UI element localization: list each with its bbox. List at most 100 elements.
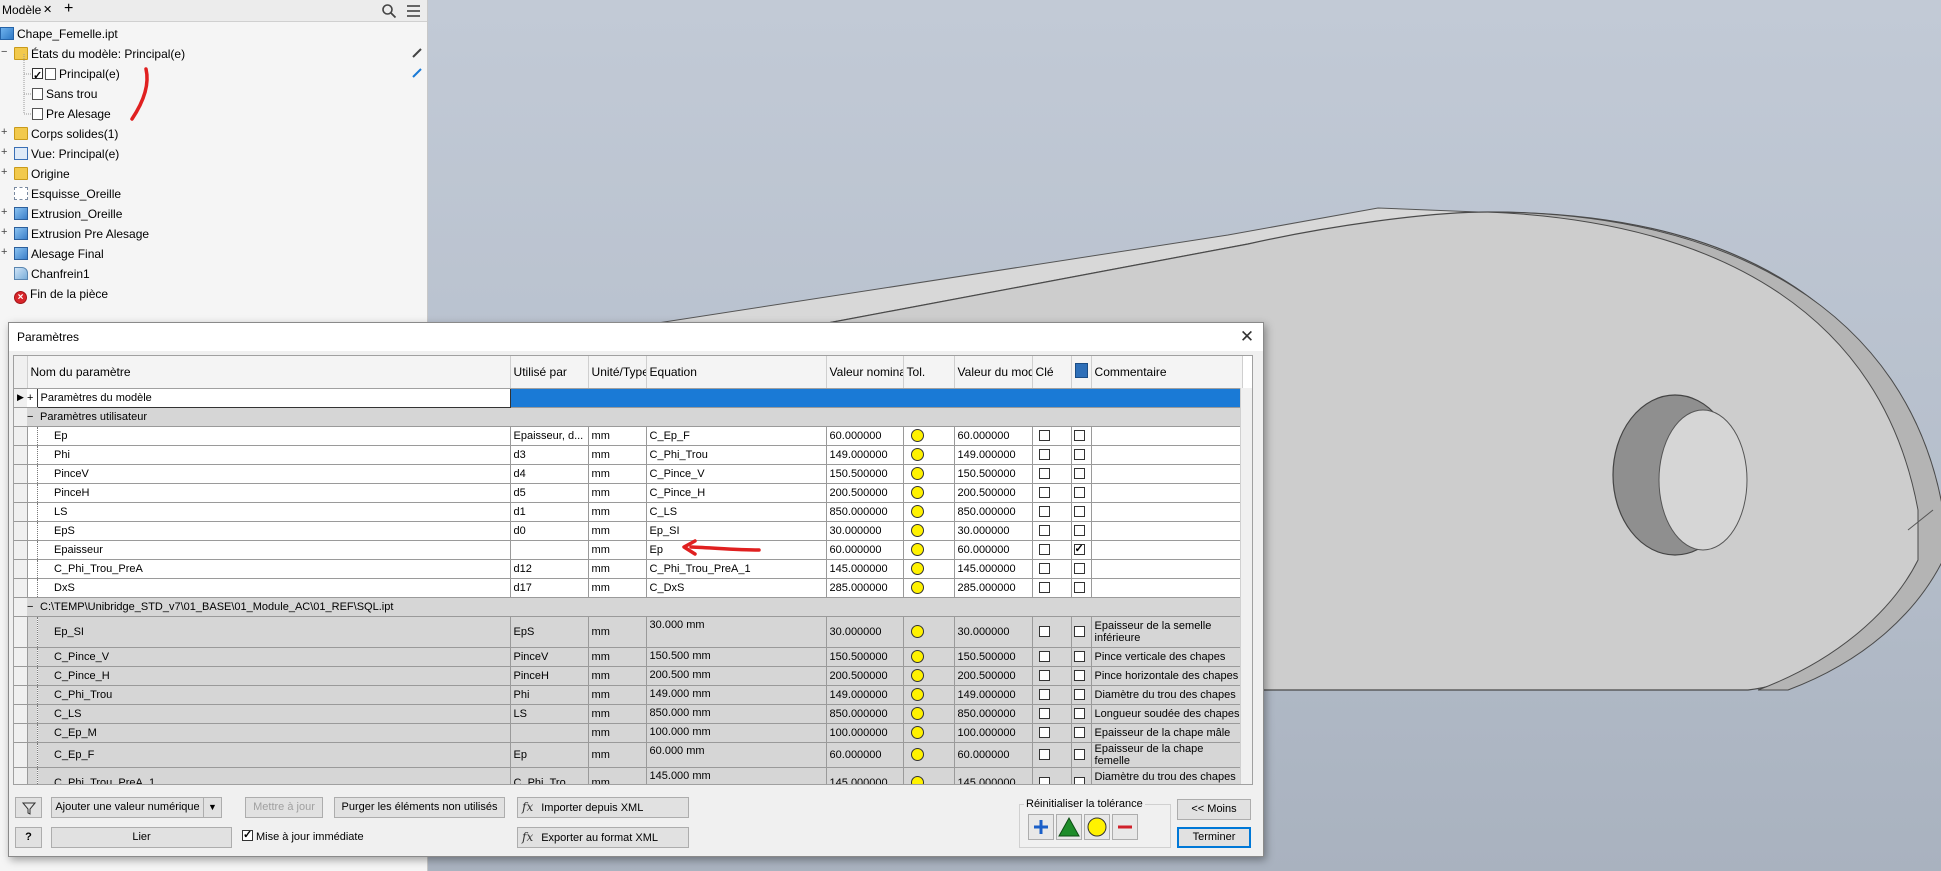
param-tolerance[interactable] bbox=[903, 540, 955, 560]
param-key[interactable] bbox=[1032, 464, 1072, 484]
row-selector[interactable] bbox=[14, 742, 28, 768]
param-tolerance[interactable] bbox=[903, 521, 955, 541]
tolerance-circle-icon[interactable] bbox=[910, 625, 924, 638]
param-equation[interactable]: C_Pince_H bbox=[646, 483, 827, 503]
param-key[interactable] bbox=[1032, 666, 1072, 686]
param-name[interactable]: Phi bbox=[51, 445, 511, 465]
param-key[interactable] bbox=[1032, 704, 1072, 724]
param-export[interactable] bbox=[1071, 616, 1092, 648]
param-nominal[interactable]: 30.000000 bbox=[826, 616, 904, 648]
col-header-name[interactable]: Nom du paramètre bbox=[27, 356, 511, 389]
export-checkbox[interactable] bbox=[1073, 468, 1085, 480]
parameter-row[interactable]: Phi d3 mm C_Phi_Trou 149.000000 149.000000 bbox=[14, 445, 1243, 465]
row-selector[interactable] bbox=[14, 578, 28, 598]
key-checkbox[interactable] bbox=[1038, 670, 1050, 682]
param-export[interactable] bbox=[1071, 559, 1092, 579]
param-unit[interactable]: mm bbox=[588, 767, 647, 784]
tree-item-state-principal[interactable]: Principal(e) bbox=[32, 64, 120, 86]
filter-icon[interactable] bbox=[15, 797, 42, 818]
param-tolerance[interactable] bbox=[903, 616, 955, 648]
tree-item-origin[interactable]: + Origine bbox=[0, 164, 70, 184]
group-row-linked-file[interactable]: − C:\TEMP\Unibridge_STD_v7\01_BASE\01_Mo… bbox=[14, 597, 1243, 617]
param-unit[interactable]: mm bbox=[588, 578, 647, 598]
param-key[interactable] bbox=[1032, 540, 1072, 560]
param-name[interactable]: C_Ep_M bbox=[51, 723, 511, 743]
parameter-row[interactable]: C_Phi_Trou Phi mm 149.000 mm 149.000000 149.0… bbox=[14, 685, 1243, 705]
col-header-used-by[interactable]: Utilisé par bbox=[510, 356, 589, 389]
key-checkbox[interactable] bbox=[1038, 487, 1050, 499]
row-selector[interactable] bbox=[14, 464, 28, 484]
tolerance-circle-icon[interactable] bbox=[910, 543, 924, 556]
parameter-row[interactable]: EpS d0 mm Ep_SI 30.000000 30.000000 bbox=[14, 521, 1243, 541]
param-nominal[interactable]: 100.000000 bbox=[826, 723, 904, 743]
row-selector[interactable] bbox=[14, 616, 28, 648]
immediate-update-option[interactable]: Mise à jour immédiate bbox=[242, 828, 364, 843]
tolerance-circle-icon[interactable] bbox=[910, 650, 924, 663]
key-checkbox[interactable] bbox=[1038, 506, 1050, 518]
param-key[interactable] bbox=[1032, 723, 1072, 743]
group-row-user-params[interactable]: − Paramètres utilisateur bbox=[14, 407, 1243, 427]
key-checkbox[interactable] bbox=[1038, 525, 1050, 537]
search-icon[interactable] bbox=[381, 3, 397, 19]
export-checkbox[interactable] bbox=[1073, 449, 1085, 461]
param-unit[interactable]: mm bbox=[588, 616, 647, 648]
parameter-row[interactable]: PinceH d5 mm C_Pince_H 200.500000 200.500000 bbox=[14, 483, 1243, 503]
param-tolerance[interactable] bbox=[903, 767, 955, 784]
param-name[interactable]: C_Phi_Trou bbox=[51, 685, 511, 705]
param-name[interactable]: Ep bbox=[51, 426, 511, 446]
parameter-row[interactable]: C_Ep_F Ep mm 60.000 mm 60.000000 60.000000 Epa… bbox=[14, 742, 1243, 768]
row-selector[interactable] bbox=[14, 426, 28, 446]
param-tolerance[interactable] bbox=[903, 464, 955, 484]
parameter-row[interactable]: C_Phi_Trou_PreA_1 C_Phi_Tro... mm 145.000 m… bbox=[14, 767, 1243, 784]
parameter-row[interactable]: Ep Epaisseur, d... mm C_Ep_F 60.000000 60.000… bbox=[14, 426, 1243, 446]
param-tolerance[interactable] bbox=[903, 685, 955, 705]
tolerance-circle-icon[interactable] bbox=[910, 562, 924, 575]
export-checkbox[interactable] bbox=[1073, 777, 1085, 784]
param-nominal[interactable]: 60.000000 bbox=[826, 426, 904, 446]
param-name[interactable]: C_Pince_V bbox=[51, 647, 511, 667]
param-key[interactable] bbox=[1032, 483, 1072, 503]
key-checkbox[interactable] bbox=[1038, 626, 1050, 638]
param-nominal[interactable]: 145.000000 bbox=[826, 559, 904, 579]
param-export[interactable] bbox=[1071, 704, 1092, 724]
param-name[interactable]: C_Phi_Trou_PreA_1 bbox=[51, 767, 511, 784]
tolerance-circle-icon[interactable] bbox=[910, 429, 924, 442]
param-export[interactable] bbox=[1071, 540, 1092, 560]
param-export[interactable] bbox=[1071, 426, 1092, 446]
param-equation[interactable]: 145.000 mm bbox=[646, 767, 827, 784]
parameter-row[interactable]: C_Ep_M mm 100.000 mm 100.000000 100.000000 Ep… bbox=[14, 723, 1243, 743]
param-tolerance[interactable] bbox=[903, 723, 955, 743]
param-key[interactable] bbox=[1032, 685, 1072, 705]
param-comment[interactable]: Pince verticale des chapes bbox=[1091, 647, 1243, 667]
tolerance-circle-icon[interactable] bbox=[910, 669, 924, 682]
row-selector[interactable] bbox=[14, 704, 28, 724]
param-unit[interactable]: mm bbox=[588, 742, 647, 768]
param-unit[interactable]: mm bbox=[588, 445, 647, 465]
link-button[interactable]: Lier bbox=[51, 827, 232, 848]
chevron-down-icon[interactable]: ▼ bbox=[203, 798, 221, 817]
parameter-row[interactable]: DxS d17 mm C_DxS 285.000000 285.000000 bbox=[14, 578, 1243, 598]
param-equation[interactable]: C_Ep_F bbox=[646, 426, 827, 446]
param-export[interactable] bbox=[1071, 742, 1092, 768]
row-selector-current-icon[interactable]: ▶ bbox=[14, 388, 27, 408]
finish-button[interactable]: Terminer bbox=[1177, 827, 1251, 848]
param-export[interactable] bbox=[1071, 666, 1092, 686]
param-key[interactable] bbox=[1032, 647, 1072, 667]
tree-item-view[interactable]: + Vue: Principal(e) bbox=[0, 144, 119, 164]
tolerance-circle-icon[interactable] bbox=[910, 581, 924, 594]
param-nominal[interactable]: 149.000000 bbox=[826, 445, 904, 465]
param-tolerance[interactable] bbox=[903, 483, 955, 503]
tolerance-circle-icon[interactable] bbox=[910, 726, 924, 739]
expand-icon[interactable]: + bbox=[1, 247, 10, 258]
row-selector[interactable] bbox=[14, 647, 28, 667]
param-nominal[interactable]: 145.000000 bbox=[826, 767, 904, 784]
export-checkbox[interactable] bbox=[1073, 487, 1085, 499]
export-checkbox[interactable] bbox=[1073, 749, 1085, 761]
close-icon[interactable]: ✕ bbox=[1237, 323, 1257, 351]
param-comment[interactable]: Diamètre du trou des chapes avant alésag… bbox=[1091, 767, 1243, 784]
param-key[interactable] bbox=[1032, 559, 1072, 579]
param-nominal[interactable]: 200.500000 bbox=[826, 666, 904, 686]
export-checkbox[interactable] bbox=[1073, 582, 1085, 594]
update-button[interactable]: Mettre à jour bbox=[245, 797, 323, 818]
param-comment[interactable]: Epaisseur de la semelle inférieure bbox=[1091, 616, 1243, 648]
